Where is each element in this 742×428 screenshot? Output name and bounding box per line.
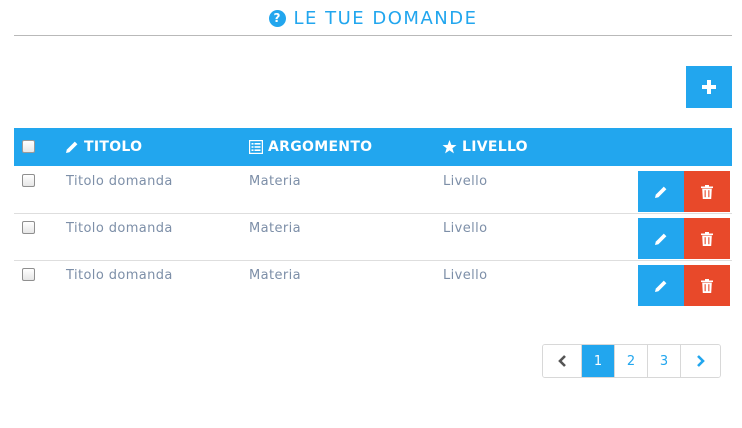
question-subject: Materia — [249, 174, 302, 189]
next-page-button[interactable] — [681, 345, 720, 377]
table-header: TITOLO ARGOMENTO LIVELLO — [14, 128, 732, 166]
question-subject: Materia — [249, 268, 302, 283]
question-level: Livello — [443, 221, 488, 236]
table-row: Titolo domanda Materia Livello — [14, 214, 732, 261]
delete-button[interactable] — [684, 265, 730, 306]
column-header-titolo[interactable]: TITOLO — [65, 128, 142, 166]
question-title: Titolo domanda — [66, 174, 173, 189]
page-title: LE TUE DOMANDE — [293, 8, 478, 29]
select-all-checkbox[interactable] — [22, 140, 35, 153]
column-label: ARGOMENTO — [268, 139, 373, 155]
star-icon — [442, 140, 457, 154]
column-label: TITOLO — [84, 139, 143, 155]
page-3-button[interactable]: 3 — [648, 345, 681, 377]
table-row: Titolo domanda Materia Livello — [14, 167, 732, 214]
question-title: Titolo domanda — [66, 221, 173, 236]
list-alt-icon — [249, 140, 263, 154]
edit-button[interactable] — [638, 265, 684, 306]
column-header-livello[interactable]: LIVELLO — [442, 128, 528, 166]
pencil-icon — [66, 141, 78, 153]
delete-button[interactable] — [684, 171, 730, 212]
trash-icon — [701, 278, 713, 293]
page-2-button[interactable]: 2 — [615, 345, 648, 377]
prev-page-button[interactable] — [543, 345, 582, 377]
pagination: 1 2 3 — [542, 344, 721, 378]
column-label: LIVELLO — [462, 139, 528, 155]
table-row: Titolo domanda Materia Livello — [14, 261, 732, 308]
edit-button[interactable] — [638, 171, 684, 212]
pencil-icon — [655, 186, 667, 198]
chevron-right-icon — [696, 355, 705, 367]
column-header-argomento[interactable]: ARGOMENTO — [249, 128, 372, 166]
page-1-button[interactable]: 1 — [582, 345, 615, 377]
page-header: ? LE TUE DOMANDE — [14, 0, 732, 36]
row-checkbox[interactable] — [22, 268, 35, 281]
question-level: Livello — [443, 268, 488, 283]
row-checkbox[interactable] — [22, 221, 35, 234]
trash-icon — [701, 231, 713, 246]
question-subject: Materia — [249, 221, 302, 236]
pencil-icon — [655, 280, 667, 292]
question-circle-icon: ? — [268, 10, 286, 27]
edit-button[interactable] — [638, 218, 684, 259]
chevron-left-icon — [558, 355, 566, 367]
plus-icon — [702, 80, 716, 94]
add-question-button[interactable] — [686, 66, 732, 108]
row-checkbox[interactable] — [22, 174, 35, 187]
pencil-icon — [655, 233, 667, 245]
question-level: Livello — [443, 174, 488, 189]
trash-icon — [701, 184, 713, 199]
question-title: Titolo domanda — [66, 268, 173, 283]
delete-button[interactable] — [684, 218, 730, 259]
